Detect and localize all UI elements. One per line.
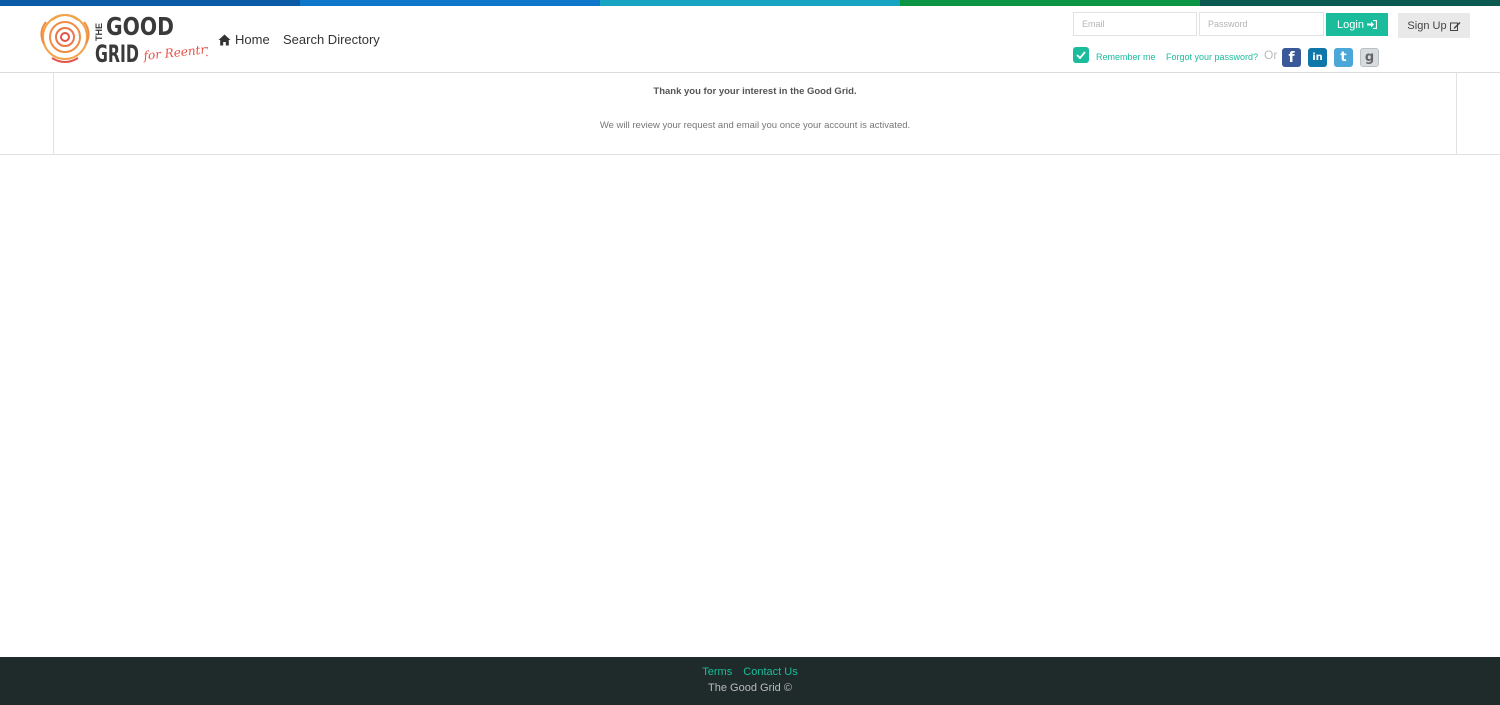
nav-home-link[interactable]: Home [218, 32, 270, 47]
header: THE GOOD GRID for Reentry Home Search Di… [0, 6, 1500, 73]
forgot-password-link[interactable]: Forgot your password? [1166, 52, 1258, 62]
logo-line2: GOOD [106, 12, 174, 41]
google-login-button[interactable]: g [1360, 48, 1379, 67]
twitter-icon: t [1340, 50, 1347, 65]
password-input[interactable] [1199, 12, 1324, 36]
edit-icon [1449, 21, 1461, 31]
facebook-login-button[interactable]: f [1282, 48, 1301, 67]
flower-logo-icon [40, 14, 90, 63]
facebook-icon: f [1288, 49, 1295, 66]
home-icon [218, 34, 231, 45]
nav-search-directory-link[interactable]: Search Directory [283, 32, 380, 47]
thanks-message: Thank you for your interest in the Good … [653, 86, 857, 97]
footer-copyright: The Good Grid © [708, 682, 792, 694]
twitter-login-button[interactable]: t [1334, 48, 1353, 67]
logo-line1: THE [94, 23, 104, 41]
linkedin-icon: in [1312, 52, 1323, 63]
logo-tagline: for Reentry [142, 42, 208, 63]
footer: Terms Contact Us The Good Grid © [0, 657, 1500, 705]
or-separator: Or [1264, 48, 1278, 62]
check-icon [1076, 51, 1086, 59]
remember-me-checkbox[interactable] [1073, 47, 1089, 63]
linkedin-login-button[interactable]: in [1308, 48, 1327, 67]
review-message: We will review your request and email yo… [599, 120, 911, 131]
message-panel: Thank you for your interest in the Good … [53, 73, 1457, 155]
signup-button[interactable]: Sign Up [1398, 13, 1470, 38]
email-input[interactable] [1073, 12, 1197, 36]
login-label: Login [1337, 18, 1364, 31]
message-band: Thank you for your interest in the Good … [0, 73, 1500, 155]
footer-links: Terms Contact Us [0, 666, 1500, 678]
footer-terms-link[interactable]: Terms [702, 666, 732, 678]
good-grid-logo[interactable]: THE GOOD GRID for Reentry [38, 8, 208, 68]
remember-me-label[interactable]: Remember me [1096, 52, 1156, 62]
google-icon: g [1364, 50, 1375, 65]
login-button[interactable]: Login [1326, 13, 1388, 36]
signup-label: Sign Up [1407, 19, 1447, 32]
sign-in-icon [1366, 20, 1377, 29]
nav-home-label: Home [235, 32, 270, 47]
footer-contact-link[interactable]: Contact Us [743, 666, 797, 678]
logo-line3: GRID [95, 40, 139, 68]
